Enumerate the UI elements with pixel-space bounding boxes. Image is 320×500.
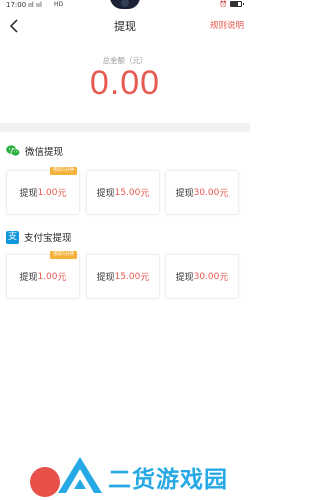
section-divider xyxy=(0,123,250,132)
option-amount: 30.00 xyxy=(193,271,220,282)
watermark-logo-icon xyxy=(58,457,102,493)
alipay-section-title: 支付宝提现 xyxy=(24,233,72,244)
option-label: 提现 xyxy=(96,189,115,199)
alipay-icon: 支 xyxy=(6,230,19,244)
option-unit: 元 xyxy=(219,273,229,283)
option-amount: 15.00 xyxy=(114,271,141,282)
option-unit: 元 xyxy=(219,189,229,199)
option-unit: 元 xyxy=(140,273,150,283)
watermark-text: 二货游戏园 xyxy=(108,467,228,493)
alarm-icon: ⏰ xyxy=(219,1,227,8)
alipay-option-1[interactable]: 限前5分钟 提现 1.00 元 xyxy=(6,251,80,299)
option-unit: 元 xyxy=(140,189,150,199)
wechat-option-2[interactable]: 提现 15.00 元 xyxy=(86,170,160,215)
rules-link[interactable]: 规则说明 xyxy=(210,19,244,31)
total-amount: 0.00 xyxy=(89,64,161,102)
option-label: 提现 xyxy=(19,273,38,283)
option-amount: 15.00 xyxy=(114,187,141,198)
limited-time-badge: 限前5分钟 xyxy=(50,167,77,175)
wechat-icon xyxy=(6,145,20,157)
option-unit: 元 xyxy=(57,189,67,199)
option-unit: 元 xyxy=(57,273,67,283)
option-label: 提现 xyxy=(175,189,194,199)
option-amount: 1.00 xyxy=(37,271,58,282)
battery-icon xyxy=(230,1,244,7)
alipay-section-header: 支 支付宝提现 xyxy=(6,230,72,244)
option-label: 提现 xyxy=(96,273,115,283)
network-type: HD xyxy=(54,1,64,8)
status-bar: 17:00 ııl ııl HD ⏰ xyxy=(0,0,250,12)
wechat-option-1[interactable]: 限前5分钟 提现 1.00 元 xyxy=(6,167,80,215)
status-time: 17:00 xyxy=(6,1,27,9)
nav-bar: 提现 规则说明 xyxy=(0,12,250,40)
alipay-option-2[interactable]: 提现 15.00 元 xyxy=(86,254,160,299)
status-right-icons: ⏰ xyxy=(219,1,244,8)
wechat-section-title: 微信提现 xyxy=(25,147,64,158)
signal-icon: ııl ııl xyxy=(28,1,42,9)
limited-time-badge: 限前5分钟 xyxy=(50,251,77,259)
alipay-option-3[interactable]: 提现 30.00 元 xyxy=(165,254,239,299)
wechat-option-3[interactable]: 提现 30.00 元 xyxy=(165,170,239,215)
option-label: 提现 xyxy=(19,189,38,199)
camera-notch xyxy=(110,0,140,9)
wechat-section-header: 微信提现 xyxy=(6,144,63,158)
option-amount: 1.00 xyxy=(37,187,58,198)
option-amount: 30.00 xyxy=(193,187,220,198)
option-label: 提现 xyxy=(175,273,194,283)
